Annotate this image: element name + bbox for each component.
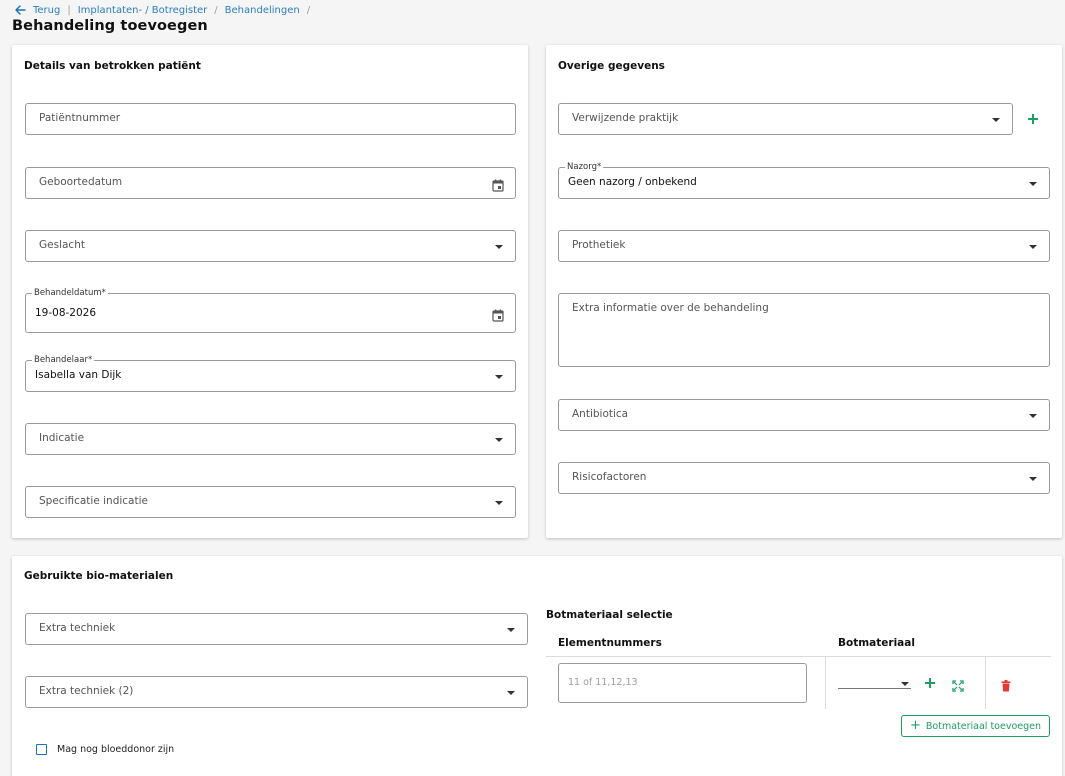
extra-info-textarea[interactable]: Extra informatie over de behandeling [558, 293, 1050, 367]
blood-donor-label: Mag nog bloeddonor zijn [57, 744, 175, 755]
indication-spec-placeholder: Specificatie indicatie [39, 495, 148, 507]
prosthetics-placeholder: Prothetiek [572, 239, 626, 251]
breadcrumb-separator: | [67, 4, 71, 16]
birthdate-placeholder: Geboortedatum [39, 176, 123, 188]
add-bone-material-button[interactable]: + Botmateriaal toevoegen [901, 715, 1050, 737]
blood-donor-checkbox[interactable] [36, 744, 47, 755]
patient-details-card: Details van betrokken patiënt Patiëntnum… [12, 45, 528, 538]
extra-info-placeholder: Extra informatie over de behandeling [572, 302, 769, 314]
add-referring-practice-button[interactable] [1025, 111, 1041, 127]
risk-factors-select[interactable]: Risicofactoren [558, 462, 1050, 494]
other-data-card: Overige gegevens Verwijzende praktijk Na… [546, 45, 1062, 538]
chevron-down-icon [1029, 245, 1037, 249]
bio-card-title: Gebruikte bio-materialen [24, 570, 174, 582]
gender-placeholder: Geslacht [39, 239, 85, 251]
treatment-date-input[interactable]: Behandeldatum* 19-08-2026 [25, 288, 516, 333]
breadcrumb: Terug | Implantaten- / Botregister / Beh… [14, 3, 317, 17]
chevron-down-icon [1029, 182, 1037, 186]
breadcrumb-item-treatments[interactable]: Behandelingen [225, 5, 300, 16]
treatment-date-value: 19-08-2026 [35, 307, 97, 319]
add-bone-material-label: Botmateriaal toevoegen [925, 720, 1041, 732]
chevron-down-icon [495, 438, 503, 442]
prosthetics-select[interactable]: Prothetiek [558, 230, 1050, 262]
breadcrumb-separator: / [306, 4, 311, 16]
add-bone-material-option-button[interactable] [922, 675, 938, 691]
table-column-divider [985, 657, 986, 709]
bio-materials-card: Gebruikte bio-materialen Extra techniek … [12, 556, 1062, 776]
patient-number-placeholder: Patiëntnummer [39, 112, 121, 124]
extra-technique-2-placeholder: Extra techniek (2) [39, 685, 134, 697]
antibiotics-placeholder: Antibiotica [572, 408, 629, 420]
expand-icon[interactable] [952, 677, 964, 696]
chevron-down-icon [1029, 414, 1037, 418]
calendar-icon[interactable] [492, 307, 504, 326]
bone-selection-title: Botmateriaal selectie [546, 609, 673, 621]
chevron-down-icon [495, 245, 503, 249]
gender-select[interactable]: Geslacht [25, 230, 516, 262]
page-title: Behandeling toevoegen [12, 18, 208, 34]
indication-placeholder: Indicatie [39, 432, 85, 444]
back-arrow-icon[interactable] [14, 4, 28, 16]
element-numbers-input[interactable]: 11 of 11,12,13 [558, 663, 807, 703]
extra-technique-placeholder: Extra techniek [39, 622, 116, 634]
column-header-bone-material: Botmateriaal [838, 637, 915, 649]
patient-card-title: Details van betrokken patiënt [24, 60, 201, 72]
chevron-down-icon [901, 682, 909, 686]
back-link[interactable]: Terug [33, 5, 60, 16]
practitioner-select[interactable]: Behandelaar* Isabella van Dijk [25, 355, 516, 392]
column-header-elements: Elementnummers [558, 637, 662, 649]
chevron-down-icon [507, 628, 515, 632]
referring-practice-placeholder: Verwijzende praktijk [572, 112, 679, 124]
delete-icon[interactable] [1001, 677, 1011, 696]
aftercare-select[interactable]: Nazorg* Geen nazorg / onbekend [558, 162, 1050, 199]
treatment-date-label: Behandeldatum* [32, 288, 108, 298]
birthdate-input[interactable]: Geboortedatum [25, 167, 516, 199]
plus-icon: + [909, 718, 921, 733]
practitioner-label: Behandelaar* [32, 355, 95, 365]
patient-number-input[interactable]: Patiëntnummer [25, 103, 516, 135]
indication-spec-select[interactable]: Specificatie indicatie [25, 486, 516, 518]
extra-technique-select[interactable]: Extra techniek [25, 613, 528, 645]
breadcrumb-separator: / [214, 4, 218, 16]
element-numbers-placeholder: 11 of 11,12,13 [568, 677, 638, 688]
bone-material-select[interactable] [838, 682, 911, 689]
other-card-title: Overige gegevens [558, 60, 665, 72]
antibiotics-select[interactable]: Antibiotica [558, 399, 1050, 431]
extra-technique-2-select[interactable]: Extra techniek (2) [25, 676, 528, 708]
table-header-divider [546, 656, 1051, 657]
breadcrumb-item-register[interactable]: Implantaten- / Botregister [78, 5, 208, 16]
chevron-down-icon [495, 501, 503, 505]
indication-select[interactable]: Indicatie [25, 423, 516, 455]
chevron-down-icon [1029, 477, 1037, 481]
calendar-icon[interactable] [492, 177, 504, 196]
aftercare-value: Geen nazorg / onbekend [568, 176, 697, 188]
chevron-down-icon [992, 118, 1000, 122]
chevron-down-icon [507, 691, 515, 695]
risk-factors-placeholder: Risicofactoren [572, 471, 647, 483]
practitioner-value: Isabella van Dijk [35, 369, 122, 381]
chevron-down-icon [495, 375, 503, 379]
aftercare-label: Nazorg* [565, 162, 604, 172]
table-column-divider [825, 657, 826, 709]
referring-practice-select[interactable]: Verwijzende praktijk [558, 103, 1013, 135]
